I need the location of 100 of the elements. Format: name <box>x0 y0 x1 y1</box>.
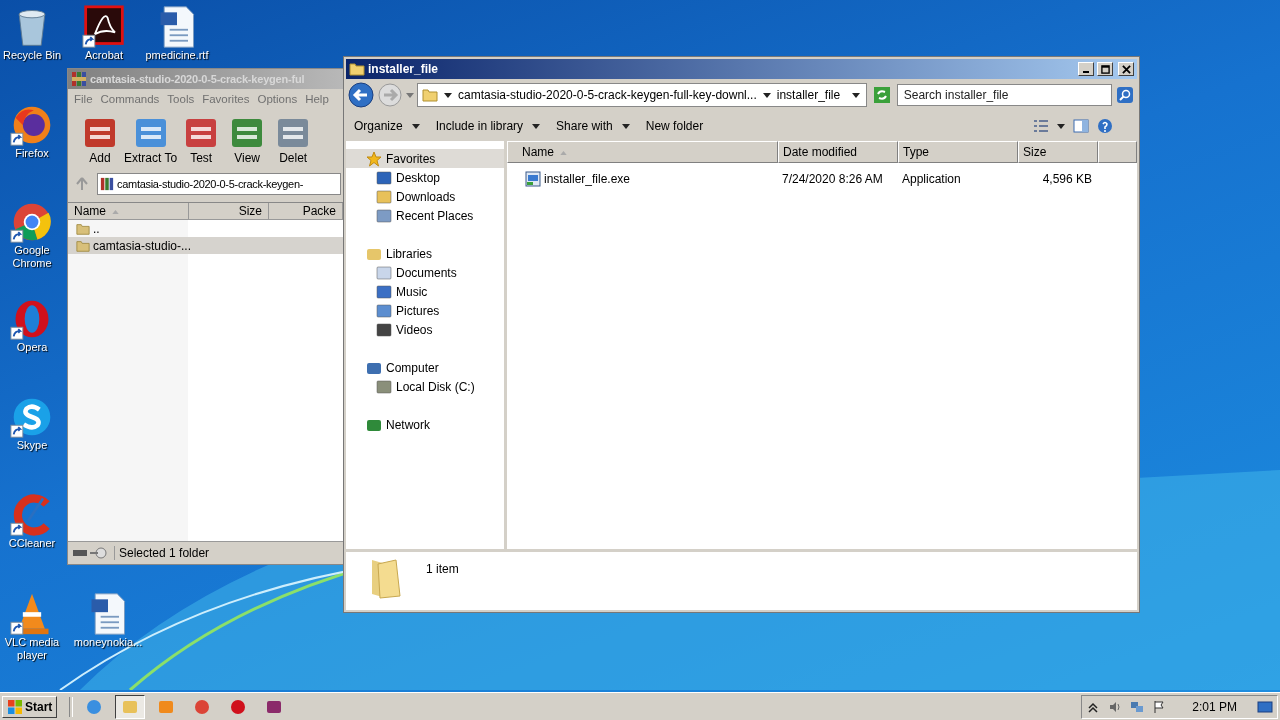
search-field[interactable]: Search installer_file <box>896 84 1113 106</box>
archive-icon <box>100 177 114 191</box>
app-icon <box>230 698 247 715</box>
help-icon[interactable] <box>1097 118 1113 134</box>
desktop-icon-label[interactable]: Recycle Bin <box>2 49 62 62</box>
start-button[interactable]: Start <box>2 695 58 718</box>
star-icon <box>366 150 382 167</box>
desktop-icon-label[interactable]: moneynokia... <box>73 636 143 649</box>
desktop-icon-label[interactable]: CCleaner <box>8 537 56 550</box>
nav-item[interactable]: Desktop <box>346 168 504 187</box>
nav-icon <box>376 207 392 224</box>
desktop-icon-label[interactable]: Acrobat <box>85 49 123 62</box>
toolbar-button[interactable]: Test <box>179 115 224 165</box>
nav-icon <box>376 188 392 205</box>
close-icon <box>1121 64 1131 74</box>
path-field[interactable]: camtasia-studio-2020-0-5-crack-keygen- <box>97 173 341 195</box>
archive-icon <box>71 71 87 87</box>
maximize-icon <box>1100 64 1110 74</box>
nav-item[interactable]: Documents <box>346 263 504 282</box>
back-button[interactable] <box>348 82 374 108</box>
app-icon <box>122 698 139 715</box>
refresh-button[interactable] <box>872 85 892 105</box>
desktop-icon-label[interactable]: Opera <box>16 341 48 354</box>
nav-item[interactable]: Recent Places <box>346 206 504 225</box>
status-text: Selected 1 folder <box>114 546 210 560</box>
nav-icon <box>376 169 392 186</box>
toolbar-button[interactable]: Delet <box>271 115 316 165</box>
caret-icon[interactable] <box>762 92 771 98</box>
address-bar[interactable]: camtasia-studio-2020-0-5-crack-keygen-full-key-downl... installer_file <box>417 83 868 107</box>
desktop-icon-label[interactable]: VLC media player <box>0 636 64 662</box>
desktop-icon-label[interactable]: Skype <box>16 439 48 452</box>
nav-icon <box>376 302 392 319</box>
windows-logo-icon <box>7 698 23 715</box>
app-icon <box>86 698 103 715</box>
desktop-icon-label[interactable]: Google Chrome <box>0 244 64 270</box>
nav-item[interactable]: Favorites <box>346 149 504 168</box>
file-name: installer_file.exe <box>544 172 631 186</box>
nav-item[interactable]: Downloads <box>346 187 504 206</box>
command-button[interactable]: New folder <box>641 117 708 135</box>
show-desktop-icon[interactable] <box>1257 698 1273 715</box>
app-icon <box>266 698 283 715</box>
breadcrumb-item[interactable]: camtasia-studio-2020-0-5-crack-keygen-full-key-downl... <box>458 88 757 102</box>
preview-pane-icon[interactable] <box>1073 118 1089 134</box>
folder-icon <box>349 61 365 77</box>
caret-icon[interactable] <box>852 92 861 98</box>
taskbar-button[interactable] <box>115 694 146 719</box>
desktop-icon-label[interactable]: pmedicine.rtf <box>145 49 209 62</box>
network-icon[interactable] <box>1130 699 1145 714</box>
toolbar-button[interactable]: View <box>225 115 270 165</box>
command-button[interactable]: Include in library <box>431 117 545 135</box>
program-icon <box>525 171 541 187</box>
search-icon <box>1117 87 1134 103</box>
window-title: camtasia-studio-2020-0-5-crack-keygen-ful <box>90 73 305 85</box>
nav-icon <box>376 283 392 300</box>
search-button[interactable] <box>1115 85 1135 105</box>
nav-item[interactable]: Local Disk (C:) <box>346 377 504 396</box>
toolbar-button[interactable]: Add <box>78 115 122 165</box>
caret-icon[interactable] <box>444 92 452 98</box>
clock[interactable]: 2:01 PM <box>1192 699 1237 714</box>
column-header[interactable]: Type <box>898 141 1018 163</box>
command-button[interactable]: Share with <box>552 117 634 135</box>
close-button[interactable] <box>1118 62 1134 76</box>
flag-icon[interactable] <box>1152 699 1167 714</box>
refresh-icon <box>873 87 890 103</box>
file-type: Application <box>901 172 962 186</box>
nav-icon <box>376 321 392 338</box>
folder-icon <box>76 221 90 236</box>
nav-item[interactable]: Libraries <box>346 244 504 263</box>
item-count: 1 item <box>426 562 459 576</box>
toolbar-button[interactable]: Extract To <box>124 115 178 165</box>
breadcrumb-item[interactable]: installer_file <box>776 88 841 102</box>
file-row[interactable]: camtasia-studio-... <box>68 237 343 254</box>
nav-item[interactable]: Videos <box>346 320 504 339</box>
nav-item[interactable]: Music <box>346 282 504 301</box>
column-header[interactable]: Date modified <box>778 141 898 163</box>
nav-icon <box>376 264 392 281</box>
nav-item[interactable]: Network <box>346 415 504 434</box>
folder-icon <box>76 238 90 253</box>
file-row[interactable]: .. <box>68 220 343 237</box>
nav-item[interactable]: Pictures <box>346 301 504 320</box>
window-title: installer_file <box>368 62 439 76</box>
nav-item[interactable]: Computer <box>346 358 504 377</box>
folder-icon <box>422 87 438 103</box>
drive-key-icon <box>72 547 108 559</box>
desktop-icon-label[interactable]: Firefox <box>15 147 49 160</box>
file-date: 7/24/2020 8:26 AM <box>781 172 884 186</box>
view-options-icon[interactable] <box>1033 118 1049 134</box>
app-icon[interactable] <box>82 5 126 49</box>
column-header[interactable]: Size <box>1018 141 1098 163</box>
app-icon <box>158 698 175 715</box>
minimize-button[interactable] <box>1078 62 1094 76</box>
minimize-icon <box>1083 71 1089 73</box>
app-icon <box>194 698 211 715</box>
sort-icon <box>112 209 119 214</box>
caret-icon[interactable] <box>1057 123 1065 129</box>
nav-icon <box>376 378 392 395</box>
file-row[interactable]: installer_file.exe 7/24/2020 8:26 AM Application 4,596 KB <box>507 169 1137 189</box>
maximize-button[interactable] <box>1097 62 1113 76</box>
column-header[interactable]: Name <box>507 141 778 163</box>
command-button[interactable]: Organize <box>350 117 424 135</box>
